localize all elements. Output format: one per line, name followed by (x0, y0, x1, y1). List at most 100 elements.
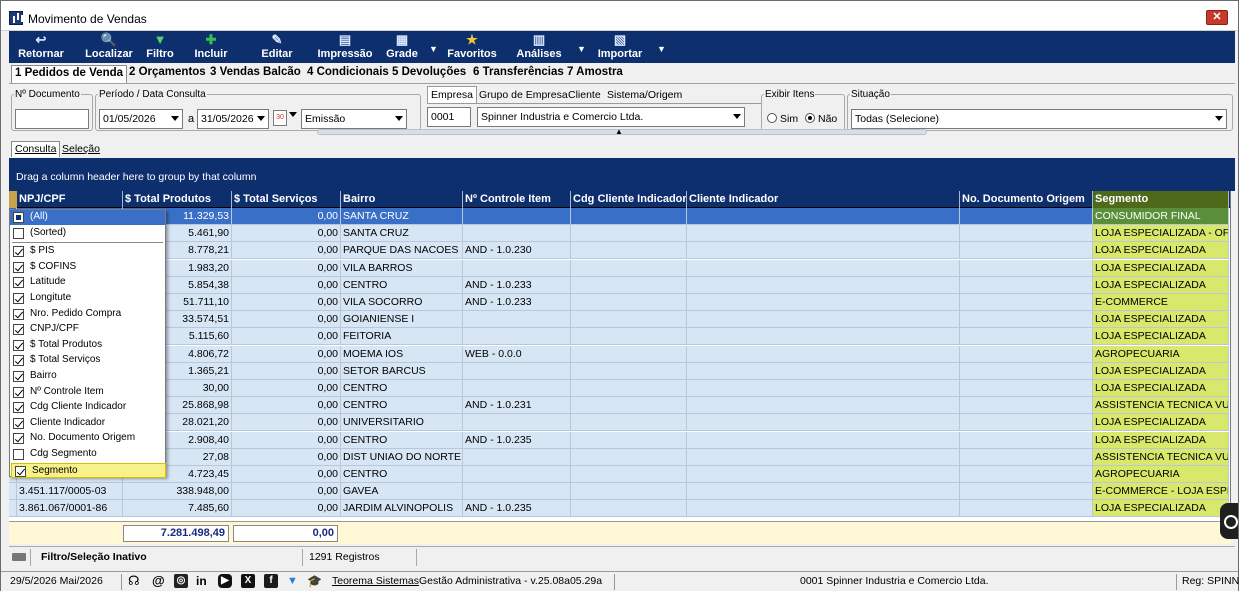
close-button[interactable]: ✕ (1206, 10, 1228, 25)
col-total-servicos[interactable]: $ Total Serviços (232, 191, 341, 208)
table-cell[interactable]: 3.861.067/0001-86 (17, 500, 123, 518)
impressao-button[interactable]: ▤ Impressão (315, 31, 375, 63)
table-cell[interactable]: LOJA ESPECIALIZADA (1093, 362, 1229, 380)
table-cell[interactable]: LOJA ESPECIALIZADA (1093, 276, 1229, 294)
column-chooser-item[interactable]: Latitude (10, 275, 165, 290)
table-cell[interactable] (463, 362, 571, 380)
table-cell[interactable] (571, 483, 687, 501)
table-cell[interactable] (687, 483, 960, 501)
table-cell[interactable] (687, 414, 960, 432)
table-cell[interactable] (960, 311, 1093, 329)
tab-selecao[interactable]: Seleção (62, 143, 100, 155)
table-cell[interactable] (687, 259, 960, 277)
calendar-dropdown-icon[interactable] (289, 112, 297, 117)
table-cell[interactable]: 7.485,60 (123, 500, 232, 518)
table-cell[interactable]: AND - 1.0.233 (463, 276, 571, 294)
table-cell[interactable]: 0,00 (232, 362, 341, 380)
table-cell[interactable]: AND - 1.0.233 (463, 294, 571, 311)
table-cell[interactable]: GOIANIENSE I (341, 311, 463, 329)
table-row[interactable]: 3.451.117/0005-03 338.948,00 0,00 GAVEA E-CO… (9, 483, 1230, 501)
checkbox-icon[interactable] (13, 417, 24, 429)
table-cell[interactable] (571, 276, 687, 294)
checkbox-icon[interactable] (13, 227, 24, 239)
localizar-button[interactable]: 🔍 Localizar (81, 31, 137, 63)
situacao-select[interactable]: Todas (Selecione) (851, 109, 1227, 129)
headset-icon[interactable]: ☊ (128, 573, 140, 589)
grade-dropdown-icon[interactable]: ▼ (429, 44, 438, 54)
table-cell[interactable] (960, 380, 1093, 397)
table-cell[interactable]: 0,00 (232, 500, 341, 518)
table-cell[interactable] (571, 259, 687, 277)
table-cell[interactable] (960, 500, 1093, 518)
table-cell[interactable] (463, 311, 571, 329)
column-chooser-item[interactable]: Bairro (10, 369, 165, 384)
table-row[interactable]: 3.861.067/0001-86 7.485,60 0,00 JARDIM ALVI… (9, 500, 1230, 518)
table-cell[interactable] (687, 208, 960, 225)
date-from-input[interactable]: 01/05/2026 (99, 109, 183, 129)
table-cell[interactable] (960, 328, 1093, 346)
table-cell[interactable]: SANTA CRUZ (341, 208, 463, 225)
tab-vendas-balcao[interactable]: 3 Vendas Balcão (210, 66, 301, 78)
table-cell[interactable]: ASSISTENCIA TECNICA VULI (1093, 448, 1229, 466)
table-row[interactable]: 33.574,51 0,00 GOIANIENSE I LOJA ESPECIALIZ… (9, 311, 1230, 329)
table-cell[interactable]: CENTRO (341, 380, 463, 397)
table-cell[interactable] (571, 466, 687, 483)
table-cell[interactable]: PARQUE DAS NACOES (341, 242, 463, 260)
table-cell[interactable]: E-COMMERCE - LOJA ESPEC (1093, 483, 1229, 501)
row-indicator[interactable] (9, 483, 17, 501)
empresa-name-select[interactable]: Spinner Industria e Comercio Ltda. (477, 107, 745, 127)
table-cell[interactable] (687, 328, 960, 346)
column-chooser-icon[interactable] (9, 191, 17, 208)
table-cell[interactable]: WEB - 0.0.0 (463, 345, 571, 363)
editar-button[interactable]: ✎ Editar (259, 31, 295, 63)
filtro-button[interactable]: ▼ Filtro (142, 31, 178, 63)
table-cell[interactable] (571, 242, 687, 260)
instagram-icon[interactable]: ◎ (174, 574, 188, 588)
table-cell[interactable] (960, 431, 1093, 449)
checkbox-icon[interactable] (13, 293, 24, 304)
table-cell[interactable] (687, 500, 960, 518)
column-chooser-item[interactable]: $ PIS (10, 244, 165, 259)
table-cell[interactable]: ASSISTENCIA TECNICA VULI (1093, 397, 1229, 415)
table-cell[interactable] (571, 414, 687, 432)
table-cell[interactable]: 0,00 (232, 276, 341, 294)
table-cell[interactable] (687, 466, 960, 483)
column-chooser-item[interactable]: $ Total Produtos (10, 338, 165, 353)
table-cell[interactable] (571, 362, 687, 380)
analises-dropdown-icon[interactable]: ▼ (577, 44, 586, 54)
table-cell[interactable] (463, 380, 571, 397)
linkedin-icon[interactable]: in (196, 574, 207, 588)
side-panel-toggle-icon[interactable] (1220, 503, 1238, 539)
table-cell[interactable] (571, 448, 687, 466)
date-type-select[interactable]: Emissão (301, 109, 407, 129)
checkbox-icon[interactable] (13, 324, 24, 336)
table-cell[interactable]: UNIVERSITARIO (341, 414, 463, 432)
table-row[interactable]: 4.806,72 0,00 MOEMA IOS WEB - 0.0.0 AGROPECU… (9, 345, 1230, 363)
analises-button[interactable]: ▥ Análises (515, 31, 563, 63)
retornar-button[interactable]: ↩ Retornar (13, 31, 69, 63)
col-cliente-indicador[interactable]: Cliente Indicador (687, 191, 960, 208)
table-cell[interactable] (571, 397, 687, 415)
column-chooser-item[interactable]: No. Documento Origem (10, 431, 165, 446)
column-chooser-item[interactable]: (All) (10, 210, 165, 225)
date-to-input[interactable]: 31/05/2026 (197, 109, 269, 129)
table-cell[interactable] (960, 294, 1093, 311)
table-cell[interactable]: 0,00 (232, 345, 341, 363)
column-chooser-item[interactable]: Cliente Indicador (10, 416, 165, 431)
table-cell[interactable] (571, 500, 687, 518)
row-indicator[interactable] (9, 500, 17, 518)
facebook-icon[interactable]: f (264, 574, 278, 588)
tab-sistema-origem[interactable]: Sistema/Origem (607, 89, 682, 101)
favoritos-button[interactable]: ★ Favoritos (445, 31, 499, 63)
table-cell[interactable] (571, 225, 687, 243)
col-total-produtos[interactable]: $ Total Produtos (123, 191, 232, 208)
table-cell[interactable] (687, 225, 960, 243)
table-row[interactable]: 1.983,20 0,00 VILA BARROS LOJA ESPECIALIZAD… (9, 259, 1230, 277)
table-cell[interactable]: 3.451.117/0005-03 (17, 483, 123, 501)
table-cell[interactable]: 338.948,00 (123, 483, 232, 501)
table-cell[interactable]: CENTRO (341, 466, 463, 483)
col-cdg-cliente-indicador[interactable]: Cdg Cliente Indicador (571, 191, 687, 208)
tab-devolucoes[interactable]: 5 Devoluções (392, 66, 466, 78)
table-cell[interactable] (960, 483, 1093, 501)
table-cell[interactable] (687, 242, 960, 260)
